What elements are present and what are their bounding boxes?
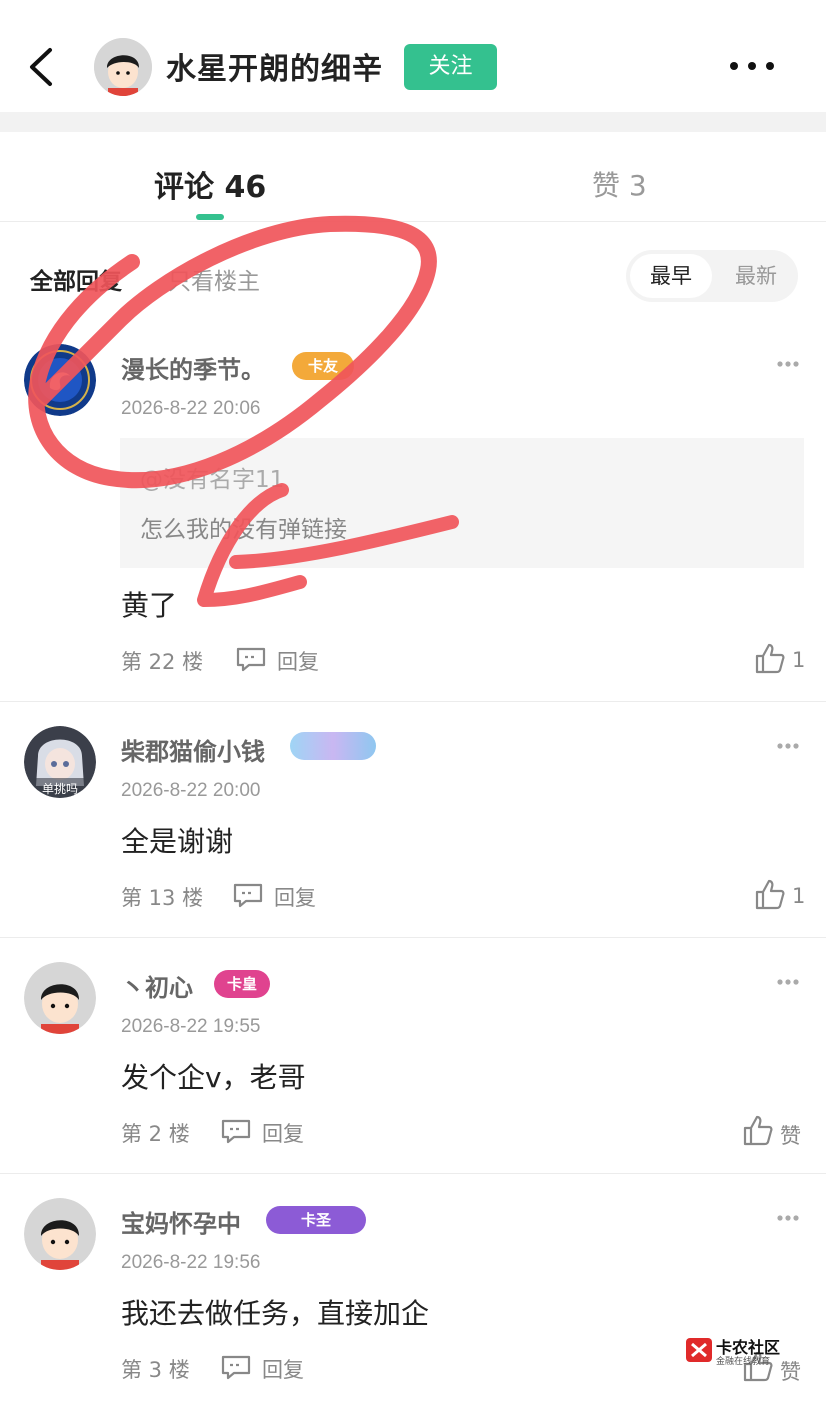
filter-all-replies[interactable]: 全部回复 — [30, 262, 122, 296]
comment-item: 漫长的季节。 卡友 2026-8-22 20:06 @没有名字11 怎么我的没有… — [0, 322, 826, 702]
quoted-user: @没有名字11 — [140, 467, 285, 493]
more-dots-icon[interactable] — [776, 978, 800, 986]
reply-button[interactable]: 回复 — [262, 1354, 304, 1384]
comment-date: 2026-8-22 19:55 — [121, 1016, 261, 1037]
filter-owner-only[interactable]: 只看楼主 — [168, 262, 260, 296]
commenter-name[interactable]: 丶初心 — [121, 968, 193, 1003]
floor-number: 第 2 楼 — [121, 1122, 190, 1146]
reply-icon[interactable] — [232, 882, 264, 908]
more-dots-icon[interactable] — [776, 1214, 800, 1222]
commenter-avatar[interactable]: 单挑吗 — [24, 726, 96, 798]
comment-date: 2026-8-22 20:06 — [121, 398, 261, 419]
level-badge: 卡友 — [292, 352, 354, 380]
sort-newest-button[interactable]: 最新 — [718, 254, 794, 298]
like-button[interactable]: 赞 — [780, 1120, 801, 1150]
comment-text: 发个企v，老哥 — [121, 1061, 306, 1094]
watermark-subtitle: 金融在线教育 — [716, 1357, 771, 1367]
tab-indicator — [196, 214, 224, 220]
thumbs-up-icon[interactable] — [754, 642, 786, 674]
floor-number: 第 22 楼 — [121, 650, 204, 674]
tab-bar: 评论 46 赞 3 — [0, 132, 826, 222]
reply-icon[interactable] — [220, 1118, 252, 1144]
chevron-left-icon[interactable] — [22, 44, 62, 90]
more-dots-icon[interactable] — [776, 360, 800, 368]
follow-button[interactable]: 关注 — [404, 44, 497, 90]
level-badge — [290, 732, 376, 760]
like-count: 1 — [792, 884, 806, 908]
commenter-name[interactable]: 柴郡猫偷小钱 — [121, 732, 265, 767]
thumbs-up-icon[interactable] — [742, 1114, 774, 1146]
floor-number: 第 13 楼 — [121, 886, 204, 910]
reply-button[interactable]: 回复 — [274, 882, 316, 912]
sort-earliest-button[interactable]: 最早 — [630, 254, 712, 298]
reply-icon[interactable] — [220, 1354, 252, 1380]
comment-item: 丶初心 卡皇 2026-8-22 19:55 发个企v，老哥 第 2 楼 回复 … — [0, 938, 826, 1174]
section-divider — [0, 112, 826, 132]
comment-item: 单挑吗 柴郡猫偷小钱 2026-8-22 20:00 全是谢谢 第 13 楼 回… — [0, 702, 826, 938]
level-badge: 卡皇 — [214, 970, 270, 998]
floor-number: 第 3 楼 — [121, 1358, 190, 1382]
commenter-name[interactable]: 宝妈怀孕中 — [121, 1204, 241, 1239]
quoted-comment[interactable]: @没有名字11 怎么我的没有弹链接 — [120, 438, 804, 568]
author-avatar[interactable] — [94, 38, 152, 96]
reply-icon[interactable] — [235, 646, 267, 672]
author-name[interactable]: 水星开朗的细辛 — [166, 44, 383, 88]
filter-row: 全部回复 只看楼主 最早 最新 — [0, 222, 826, 322]
reply-button[interactable]: 回复 — [277, 646, 319, 676]
quoted-text: 怎么我的没有弹链接 — [140, 517, 347, 543]
more-dots-icon[interactable] — [776, 742, 800, 750]
commenter-name[interactable]: 漫长的季节。 — [121, 350, 265, 385]
top-bar: 水星开朗的细辛 关注 — [0, 0, 826, 112]
comment-text: 黄了 — [121, 589, 178, 622]
commenter-avatar[interactable] — [24, 962, 96, 1034]
commenter-avatar[interactable] — [24, 344, 96, 416]
level-badge: 卡圣 — [266, 1206, 366, 1234]
sort-toggle: 最早 最新 — [626, 250, 798, 302]
more-dots-icon[interactable] — [726, 56, 778, 76]
comment-date: 2026-8-22 20:00 — [121, 780, 261, 801]
tab-likes[interactable]: 赞 3 — [592, 164, 647, 204]
avatar-caption: 单挑吗 — [42, 782, 78, 796]
comment-text: 全是谢谢 — [121, 825, 234, 858]
commenter-avatar[interactable] — [24, 1198, 96, 1270]
like-count: 1 — [792, 648, 806, 672]
tab-comments[interactable]: 评论 46 — [154, 162, 266, 206]
reply-button[interactable]: 回复 — [262, 1118, 304, 1148]
comment-text: 我还去做任务，直接加企 — [121, 1297, 430, 1330]
thumbs-up-icon[interactable] — [754, 878, 786, 910]
comment-date: 2026-8-22 19:56 — [121, 1252, 261, 1273]
